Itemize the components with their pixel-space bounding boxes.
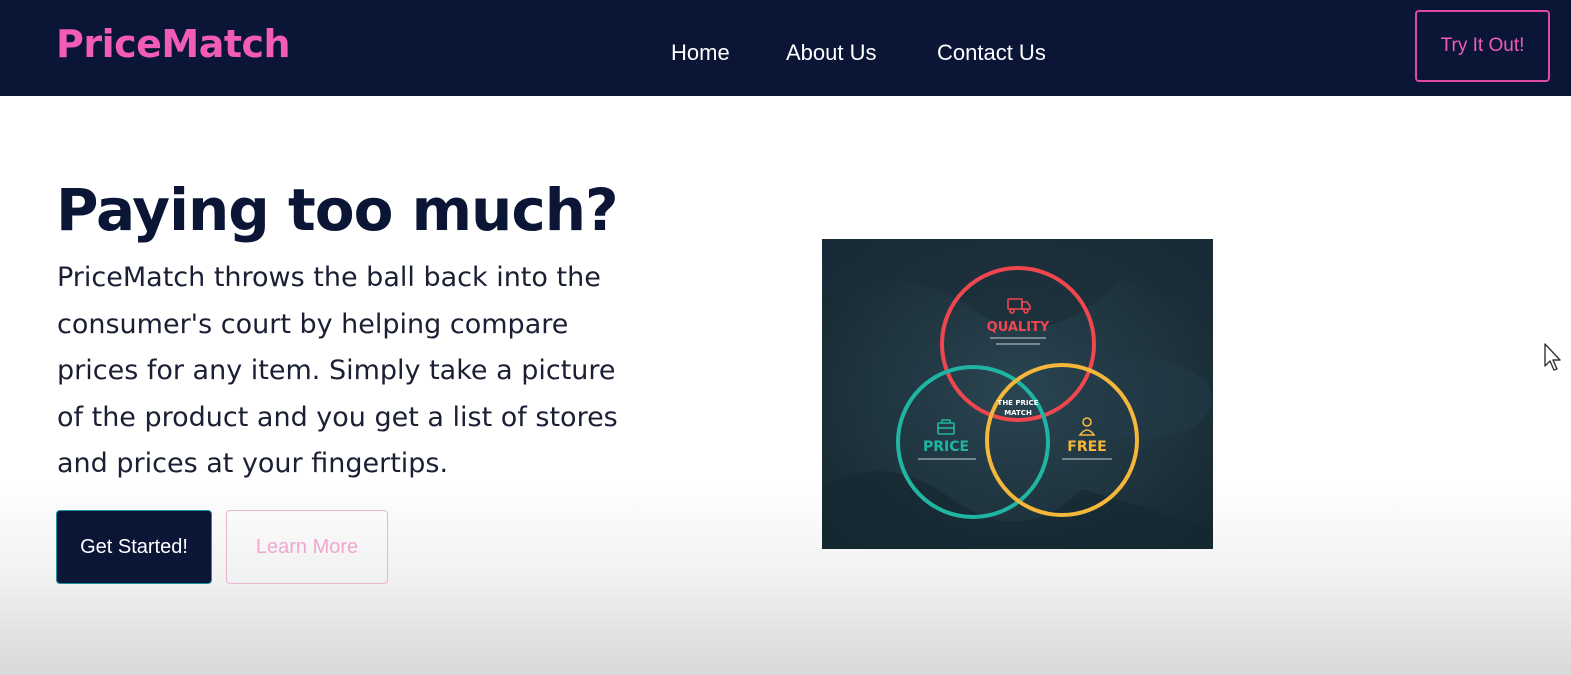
mouse-cursor-icon [1544, 343, 1561, 371]
venn-diagram-image: QUALITY PRICE FREE THE PRICE MATCH [822, 239, 1213, 549]
navbar: PriceMatch Home About Us Contact Us Try … [0, 0, 1571, 96]
price-label: PRICE [923, 439, 969, 455]
center-label-line-2: MATCH [1004, 409, 1032, 417]
hero-description: PriceMatch throws the ball back into the… [57, 262, 618, 479]
nav-link-about-us[interactable]: About Us [786, 40, 877, 66]
hero-headline: Paying too much? [56, 176, 619, 244]
center-label-line-1: THE PRICE [998, 399, 1039, 407]
free-label: FREE [1067, 439, 1106, 455]
get-started-button[interactable]: Get Started! [56, 510, 212, 584]
try-it-out-button[interactable]: Try It Out! [1415, 10, 1550, 82]
learn-more-button[interactable]: Learn More [226, 510, 388, 584]
nav-link-home[interactable]: Home [671, 40, 730, 66]
nav-link-contact-us[interactable]: Contact Us [937, 40, 1046, 66]
quality-label: QUALITY [987, 320, 1050, 335]
logo[interactable]: PriceMatch [56, 22, 291, 66]
